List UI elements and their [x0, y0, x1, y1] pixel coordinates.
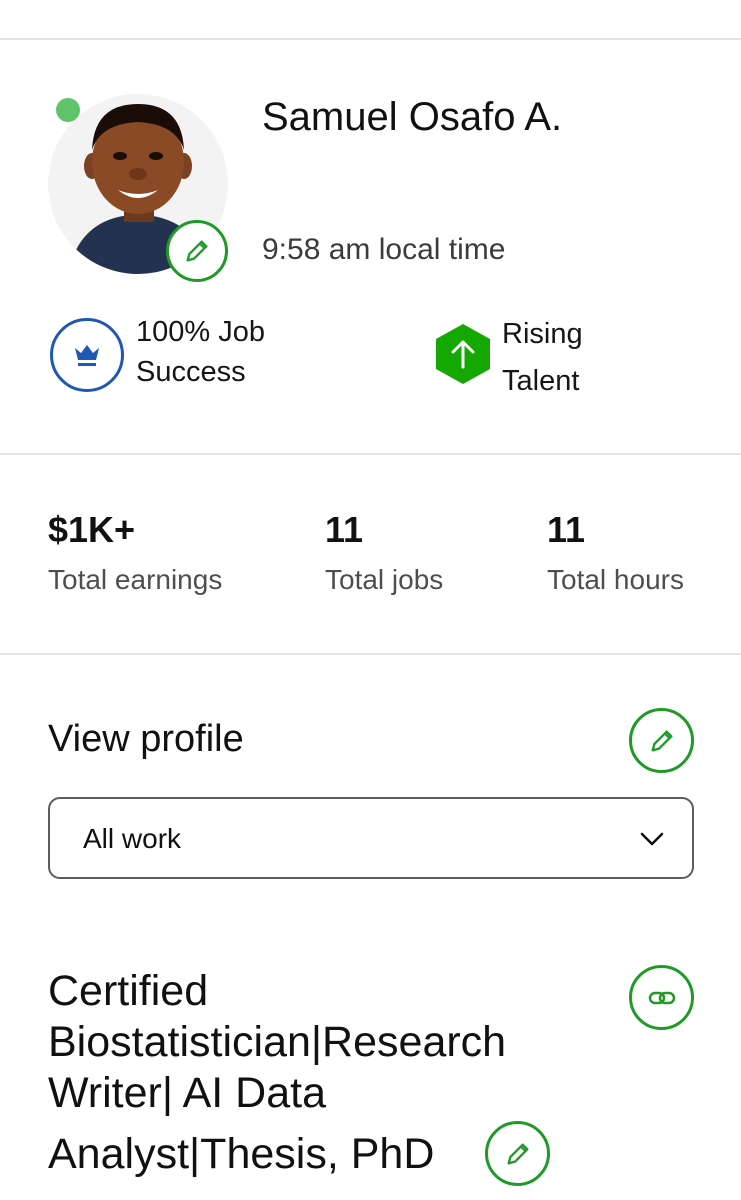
edit-view-profile-button[interactable] — [629, 708, 694, 773]
title-line: Biostatistician|Research — [48, 1018, 507, 1066]
title-line: Analyst|Thesis, PhD — [48, 1130, 435, 1178]
stat-value: 11 — [325, 509, 364, 550]
stat-label: Total jobs — [325, 564, 444, 595]
edit-title-button[interactable] — [485, 1121, 550, 1186]
edit-photo-button[interactable] — [166, 220, 228, 282]
crown-icon — [48, 316, 126, 399]
stat-value: 11 — [547, 509, 586, 550]
online-status-dot — [56, 98, 80, 122]
top-divider — [0, 38, 741, 40]
rising-talent-line2: Talent — [502, 365, 580, 397]
pencil-icon — [648, 727, 676, 755]
section-divider — [0, 653, 741, 655]
pencil-icon — [183, 237, 211, 265]
link-icon — [647, 983, 677, 1013]
rising-talent-line1: Rising — [502, 318, 583, 350]
job-success-line1: 100% Job — [136, 316, 265, 348]
arrow-up-icon — [434, 323, 492, 390]
title-line: Writer| AI Data — [48, 1069, 327, 1117]
chevron-down-icon — [639, 826, 665, 857]
profile-name: Samuel Osafo A. — [262, 95, 563, 139]
local-time: 9:58 am local time — [262, 233, 506, 266]
copy-link-button[interactable] — [629, 965, 694, 1030]
title-line: Certified — [48, 967, 209, 1015]
section-divider — [0, 453, 741, 455]
work-filter-dropdown[interactable]: All work — [48, 797, 694, 879]
stat-label: Total hours — [547, 564, 684, 595]
view-profile-heading: View profile — [48, 718, 244, 760]
pencil-icon — [504, 1140, 532, 1168]
dropdown-selected-value: All work — [83, 823, 182, 854]
stat-value: $1K+ — [48, 509, 136, 550]
job-success-line2: Success — [136, 356, 246, 388]
stat-label: Total earnings — [48, 564, 223, 595]
